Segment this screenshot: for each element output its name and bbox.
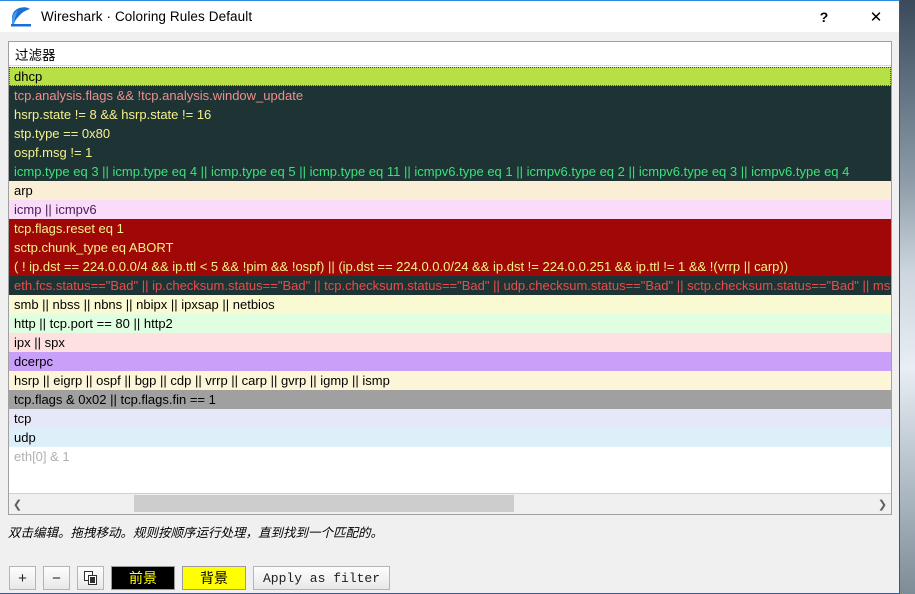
apply-as-filter-button[interactable]: Apply as filter	[253, 566, 391, 590]
coloring-rules-table: 过滤器 dhcp tcp.analysis.flags && !tcp.analy…	[8, 41, 892, 515]
copy-rule-button[interactable]	[77, 566, 104, 590]
coloring-rule-row[interactable]: ipx || spx	[9, 333, 891, 352]
background-color-button[interactable]: 背景	[182, 566, 246, 590]
coloring-rule-row[interactable]: tcp.flags.reset eq 1	[9, 219, 891, 238]
coloring-rule-row[interactable]: ( ! ip.dst == 224.0.0.0/4 && ip.ttl < 5 …	[9, 257, 891, 276]
coloring-rule-row[interactable]: tcp	[9, 409, 891, 428]
coloring-rule-row[interactable]: hsrp.state != 8 && hsrp.state != 16	[9, 105, 891, 124]
scroll-right-icon[interactable]: ❯	[874, 494, 891, 514]
table-header: 过滤器	[9, 42, 891, 66]
rules-toolbar: + − 前景 背景 Apply as filter	[9, 566, 391, 590]
foreground-color-button[interactable]: 前景	[111, 566, 175, 590]
coloring-rule-row[interactable]: tcp.flags & 0x02 || tcp.flags.fin == 1	[9, 390, 891, 409]
coloring-rule-row[interactable]: eth[0] & 1	[9, 447, 891, 466]
coloring-rule-row[interactable]: sctp.chunk_type eq ABORT	[9, 238, 891, 257]
titlebar-help-icon[interactable]: ?	[801, 1, 847, 32]
coloring-rule-row[interactable]: ospf.msg != 1	[9, 143, 891, 162]
copy-icon	[83, 571, 97, 585]
coloring-rule-row[interactable]: icmp.type eq 3 || icmp.type eq 4 || icmp…	[9, 162, 891, 181]
scrollbar-track[interactable]	[26, 494, 874, 514]
coloring-rule-row[interactable]: dhcp	[9, 67, 891, 86]
coloring-rule-row[interactable]: stp.type == 0x80	[9, 124, 891, 143]
close-icon[interactable]: ✕	[853, 1, 899, 32]
dialog-content: 过滤器 dhcp tcp.analysis.flags && !tcp.analy…	[0, 32, 899, 593]
coloring-rule-row[interactable]: eth.fcs.status=="Bad" || ip.checksum.sta…	[9, 276, 891, 295]
coloring-rule-row[interactable]: arp	[9, 181, 891, 200]
coloring-rule-row[interactable]: udp	[9, 428, 891, 447]
coloring-rule-row[interactable]: dcerpc	[9, 352, 891, 371]
hint-text: 双击编辑。拖拽移动。规则按顺序运行处理，直到找到一个匹配的。	[8, 526, 384, 540]
coloring-rules-dialog: Wireshark · Coloring Rules Default ? ✕ 过…	[0, 0, 900, 594]
scrollbar-thumb[interactable]	[134, 495, 514, 512]
coloring-rule-row[interactable]: smb || nbss || nbns || nbipx || ipxsap |…	[9, 295, 891, 314]
column-header-filter: 过滤器	[15, 47, 56, 63]
horizontal-scrollbar[interactable]: ❮ ❯	[9, 493, 891, 514]
wireshark-fin-icon	[10, 6, 32, 27]
remove-rule-button[interactable]: −	[43, 566, 70, 590]
add-rule-button[interactable]: +	[9, 566, 36, 590]
coloring-rule-row[interactable]: http || tcp.port == 80 || http2	[9, 314, 891, 333]
coloring-rule-row[interactable]: hsrp || eigrp || ospf || bgp || cdp || v…	[9, 371, 891, 390]
scroll-left-icon[interactable]: ❮	[9, 494, 26, 514]
coloring-rule-row[interactable]: tcp.analysis.flags && !tcp.analysis.wind…	[9, 86, 891, 105]
table-body[interactable]: dhcp tcp.analysis.flags && !tcp.analysis.…	[9, 67, 891, 492]
window-title: Wireshark · Coloring Rules Default	[41, 9, 253, 24]
title-bar: Wireshark · Coloring Rules Default ? ✕	[0, 1, 899, 33]
coloring-rule-row[interactable]: icmp || icmpv6	[9, 200, 891, 219]
